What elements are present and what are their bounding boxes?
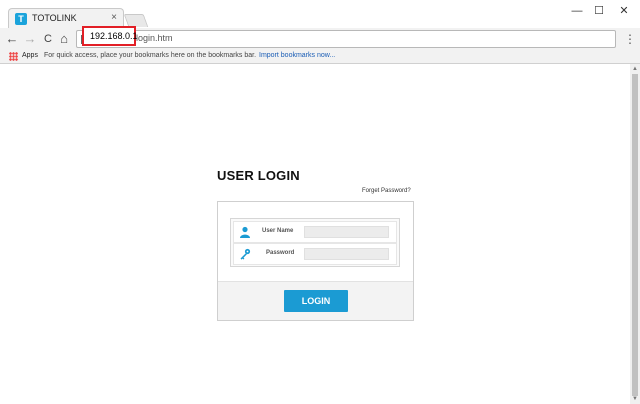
tab-close-icon[interactable]: × <box>111 12 117 23</box>
password-input[interactable] <box>304 248 389 260</box>
vertical-scrollbar[interactable]: ▲ ▼ <box>630 64 640 404</box>
apps-grid-icon[interactable] <box>9 52 18 61</box>
import-bookmarks-link[interactable]: Import bookmarks now... <box>259 52 335 59</box>
url-path[interactable]: login.htm <box>136 33 173 43</box>
browser-menu-icon[interactable]: ⋮ <box>624 31 636 47</box>
username-input[interactable] <box>304 226 389 238</box>
close-window-button[interactable]: ✕ <box>614 4 634 18</box>
maximize-button[interactable]: ☐ <box>589 4 609 18</box>
login-panel-footer: LOGIN <box>218 281 413 320</box>
url-host-highlight: 192.168.0.1 <box>82 26 138 46</box>
forgot-password-link[interactable]: Forget Password? <box>362 188 411 194</box>
scroll-thumb[interactable] <box>632 74 638 396</box>
browser-titlebar: T TOTOLINK × — ☐ ✕ <box>0 0 640 28</box>
password-row: Password <box>233 243 397 265</box>
username-label: User Name <box>262 228 294 234</box>
credentials-group: User Name Password <box>230 218 400 267</box>
user-icon <box>240 226 250 238</box>
browser-tab[interactable]: T TOTOLINK × <box>8 8 124 28</box>
page-title: USER LOGIN <box>217 168 300 183</box>
login-panel: User Name Password LOGIN <box>217 201 414 321</box>
login-button[interactable]: LOGIN <box>284 290 348 312</box>
back-button[interactable]: ← <box>4 31 20 47</box>
reload-button[interactable]: C <box>40 31 56 47</box>
password-label: Password <box>266 250 295 256</box>
home-button[interactable]: ⌂ <box>56 31 72 47</box>
minimize-button[interactable]: — <box>567 4 587 18</box>
scroll-down-icon[interactable]: ▼ <box>632 396 638 402</box>
bookmarks-bar: Apps For quick access, place your bookma… <box>0 50 640 64</box>
key-icon <box>240 248 251 260</box>
apps-shortcut[interactable]: Apps <box>22 52 38 59</box>
url-host: 192.168.0.1 <box>90 31 138 41</box>
forward-button[interactable]: → <box>22 31 38 47</box>
bookmarks-tip: For quick access, place your bookmarks h… <box>44 52 257 59</box>
scroll-up-icon[interactable]: ▲ <box>632 66 638 72</box>
totolink-favicon-icon: T <box>15 13 27 25</box>
username-row: User Name <box>233 221 397 243</box>
tab-title: TOTOLINK <box>32 13 77 23</box>
